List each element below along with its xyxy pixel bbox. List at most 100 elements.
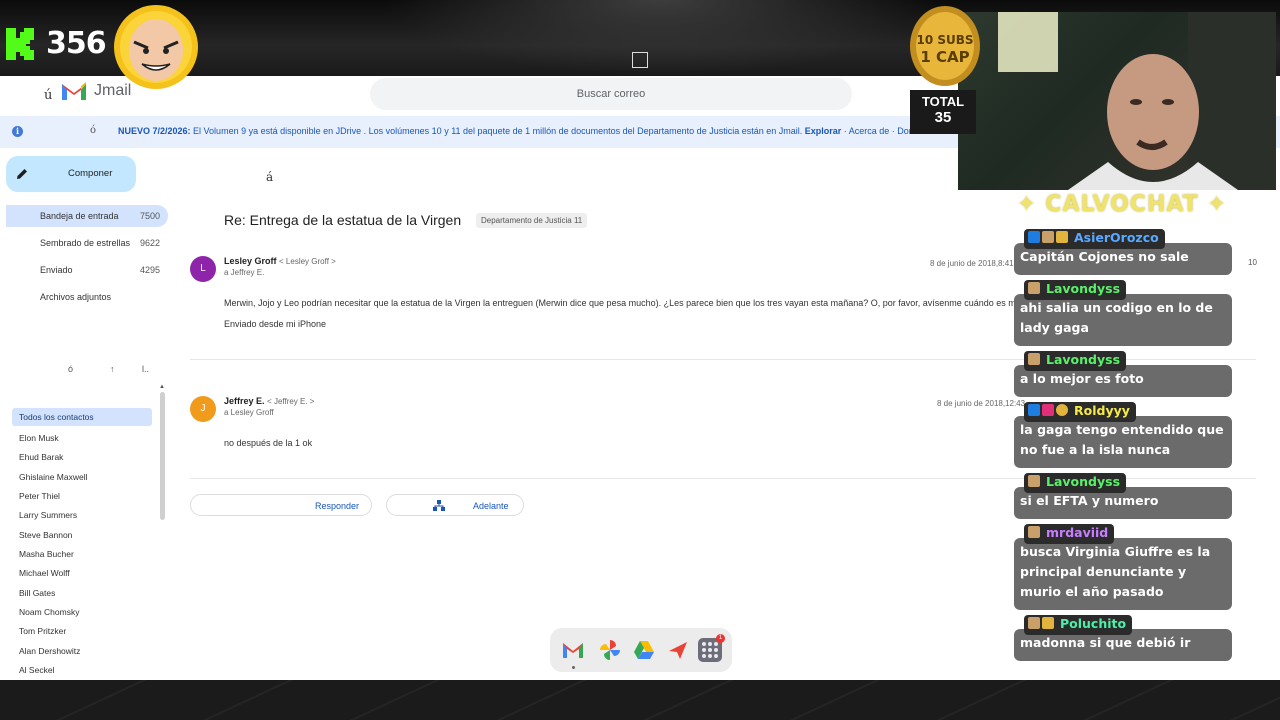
chat-user-name: Lavondyss <box>1046 281 1121 296</box>
drive-icon[interactable] <box>632 638 656 662</box>
chat-text: busca Virginia Giuffre es la principal d… <box>1020 544 1211 599</box>
contacts-scrollbar[interactable] <box>160 392 165 520</box>
sidebar-item-starred[interactable]: Sembrado de estrellas 9622 <box>6 232 168 254</box>
accent-glyph: á <box>266 170 274 184</box>
contacts-header[interactable]: Todos los contactos <box>12 408 152 426</box>
email-tag[interactable]: Departamento de Justicia 11 <box>476 213 588 228</box>
notice-message: NUEVO 7/2/2026: El Volumen 9 ya está dis… <box>118 126 922 136</box>
mini-icon-l[interactable]: l.. <box>142 364 149 374</box>
chat-message: la gaga tengo entendido que no fue a la … <box>1014 416 1232 468</box>
sidebar-item-label: Sembrado de estrellas <box>40 238 131 248</box>
message-signature: Enviado desde mi iPhone <box>224 319 327 329</box>
photos-icon[interactable] <box>598 638 622 662</box>
contact-item[interactable]: Tom Pritzker <box>19 626 66 636</box>
chat-username: Lavondyss <box>1024 280 1127 300</box>
chat-user-name: Lavondyss <box>1046 474 1121 489</box>
info-icon: i <box>12 126 23 137</box>
message-body: no después de la 1 ok <box>224 438 313 448</box>
chat-user-name: Roldyyy <box>1074 403 1130 418</box>
search-input[interactable]: Buscar correo <box>370 78 852 110</box>
total-label: TOTAL <box>921 94 965 109</box>
contact-item[interactable]: Steve Bannon <box>19 530 72 540</box>
stream-glow <box>380 0 940 76</box>
chat-user-name: mrdaviid <box>1046 525 1109 540</box>
sidebar-item-attachments[interactable]: Archivos adjuntos <box>6 286 168 308</box>
chat-user-name: AsierOrozco <box>1074 230 1159 245</box>
svg-text:10 SUBS: 10 SUBS <box>916 33 973 47</box>
contact-item[interactable]: Alan Dershowitz <box>19 646 80 656</box>
notice-text: El Volumen 9 ya está disponible en JDriv… <box>190 126 805 136</box>
jmail-icon[interactable] <box>561 638 585 662</box>
pencil-icon <box>17 169 27 179</box>
forward-button[interactable]: Adelante <box>386 494 524 516</box>
sidebar-item-inbox[interactable]: Bandeja de entrada 7500 <box>6 205 168 227</box>
compose-label: Componer <box>68 168 113 179</box>
chat-text: la gaga tengo entendido que no fue a la … <box>1020 422 1224 457</box>
contact-item[interactable]: Michael Wolff <box>19 568 70 578</box>
bald-avatar-icon <box>114 5 198 89</box>
chat-message: ahi salia un codigo en lo de lady gaga <box>1014 294 1232 346</box>
contact-item[interactable]: Larry Summers <box>19 510 77 520</box>
contact-item[interactable]: Ehud Barak <box>19 452 63 462</box>
sidebar-item-count: 4295 <box>139 265 160 275</box>
sidebar-item-label: Enviado <box>40 265 73 275</box>
stray-glyph: ú <box>44 88 53 103</box>
avatar: L <box>190 256 216 282</box>
message-recipient: a Jeffrey E. <box>224 268 265 277</box>
message-sender: Jeffrey E. < Jeffrey E. > <box>224 396 314 406</box>
jmail-logo-icon[interactable] <box>60 80 88 102</box>
chat-username: AsierOrozco <box>1024 229 1165 249</box>
contact-item[interactable]: Ghislaine Maxwell <box>19 472 88 482</box>
chat-text: Capitán Cojones no sale <box>1020 249 1189 264</box>
avatar: J <box>190 396 216 422</box>
chat-text: madonna si que debió ir <box>1020 635 1191 650</box>
message-date: 8 de junio de 2018,8:41 <box>930 259 1014 268</box>
sidebar-item-label: Archivos adjuntos <box>40 292 112 302</box>
webcam-feed <box>958 12 1276 190</box>
sender-name: Lesley Groff <box>224 256 277 266</box>
forward-icon <box>433 500 445 511</box>
goal-total: TOTAL 35 <box>910 90 976 134</box>
message-body: Merwin, Jojo y Leo podrían necesitar que… <box>224 298 1078 308</box>
total-value: 35 <box>934 109 952 126</box>
contact-item[interactable]: Masha Bucher <box>19 549 74 559</box>
reply-button[interactable]: Responder <box>190 494 372 516</box>
flights-icon[interactable] <box>666 638 690 662</box>
svg-text:1 CAP: 1 CAP <box>920 48 969 66</box>
sender-address: < Jeffrey E. > <box>267 397 315 406</box>
sidebar-mini-icons: ó ↑ l.. <box>60 364 160 378</box>
streamer-figure-icon <box>998 12 1276 190</box>
sidebar-item-label: Bandeja de entrada <box>40 211 119 221</box>
sender-name: Jeffrey E. <box>224 396 265 406</box>
scroll-up-icon[interactable]: ▲ <box>159 384 165 390</box>
side-number: 10 <box>1248 258 1257 267</box>
chat-text: a lo mejor es foto <box>1020 371 1144 386</box>
sender-address: < Lesley Groff > <box>279 257 336 266</box>
chat-text: si el EFTA y numero <box>1020 493 1159 508</box>
chat-user-name: Poluchito <box>1060 616 1127 631</box>
center-square-icon <box>632 52 648 68</box>
app-dock: 1 <box>550 628 732 672</box>
chat-username: Poluchito <box>1024 615 1133 635</box>
explore-link[interactable]: Explorar <box>805 126 842 136</box>
chat-user-name: Lavondyss <box>1046 352 1121 367</box>
compose-button[interactable]: Componer <box>6 156 136 192</box>
message-sender: Lesley Groff < Lesley Groff > <box>224 256 336 266</box>
sidebar-item-sent[interactable]: Enviado 4295 <box>6 259 168 281</box>
chat-message: busca Virginia Giuffre es la principal d… <box>1014 538 1232 610</box>
contact-item[interactable]: Peter Thiel <box>19 491 60 501</box>
chat-text: ahi salia un codigo en lo de lady gaga <box>1020 300 1213 335</box>
notification-badge: 1 <box>716 634 725 643</box>
chat-username: Lavondyss <box>1024 473 1127 493</box>
contact-item[interactable]: Noam Chomsky <box>19 607 79 617</box>
mini-icon-up[interactable]: ↑ <box>110 364 115 374</box>
contact-item[interactable]: Elon Musk <box>19 433 59 443</box>
mini-icon-o[interactable]: ó <box>68 364 73 374</box>
message-date: 8 de junio de 2018,12:43 <box>937 399 1026 408</box>
chat-username: Lavondyss <box>1024 351 1127 371</box>
notice-glyph: ó <box>90 125 97 136</box>
chat-username: mrdaviid <box>1024 524 1115 544</box>
chat-title: ✦ CALVOCHAT ✦ <box>1017 192 1227 217</box>
contact-item[interactable]: Al Seckel <box>19 665 54 675</box>
contact-item[interactable]: Bill Gates <box>19 588 55 598</box>
